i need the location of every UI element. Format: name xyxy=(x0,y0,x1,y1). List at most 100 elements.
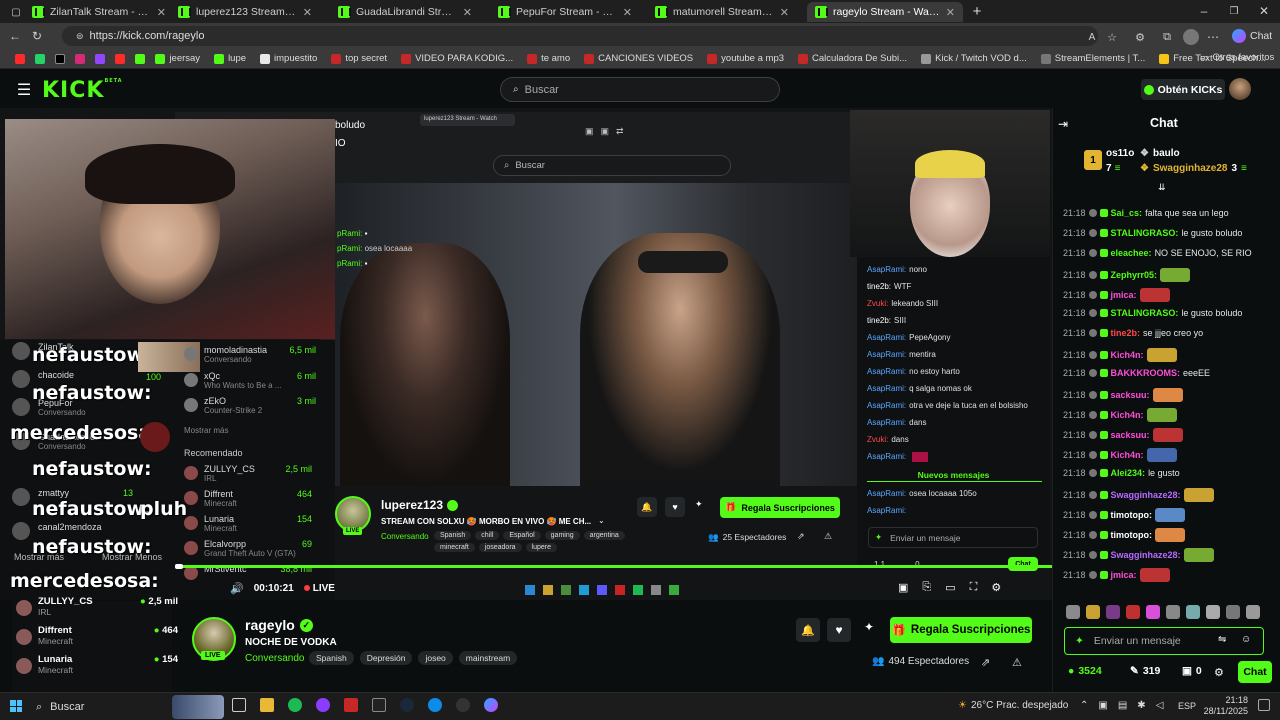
bluetooth-icon[interactable]: ✱ xyxy=(1137,700,1145,711)
extensions-icon[interactable]: ⚙ xyxy=(1133,30,1147,44)
profile-avatar-icon[interactable] xyxy=(1183,29,1199,45)
chat-message-user[interactable]: jmica: xyxy=(1111,570,1137,580)
video-editor-icon[interactable] xyxy=(344,698,358,712)
copilot-chat-button[interactable]: Chat xyxy=(1232,27,1272,45)
chat-message-user[interactable]: Kich4n: xyxy=(1111,410,1144,420)
emote-shortcut-icon[interactable] xyxy=(1226,605,1240,619)
sidebar-channel[interactable]: ZULLYY_CS IRL ● 2,5 mil xyxy=(16,596,178,617)
channel-points[interactable]: ✎ 319 xyxy=(1130,665,1160,677)
chat-input[interactable]: ✦ Enviar un mensaje xyxy=(1064,627,1264,655)
stream-category[interactable]: Conversando xyxy=(245,653,304,664)
site-info-icon[interactable]: ⊜ xyxy=(76,31,84,42)
notification-bell-button[interactable]: 🔔 xyxy=(796,618,820,642)
tab-actions-icon[interactable]: ▢ xyxy=(8,4,24,20)
emote-shortcut-icon[interactable] xyxy=(1126,605,1140,619)
fullscreen-icon[interactable]: ⛶ xyxy=(970,581,978,594)
chat-message-user[interactable]: Kich4n: xyxy=(1111,450,1144,460)
chat-message-user[interactable]: STALINGRASO: xyxy=(1111,228,1179,238)
bookmark-item[interactable]: top secret xyxy=(331,53,387,64)
collapse-chat-icon[interactable]: ⇥ xyxy=(1058,117,1068,131)
progress-bar[interactable] xyxy=(175,565,1055,568)
chat-message-user[interactable]: Alei234: xyxy=(1111,468,1146,478)
close-tab-icon[interactable]: ✕ xyxy=(780,6,789,19)
weather-widget[interactable]: ☀ 26°C Prac. despejado xyxy=(958,700,1068,711)
emote-shortcut-icon[interactable] xyxy=(1066,605,1080,619)
other-bookmarks[interactable]: ▭ Otros favoritos xyxy=(1200,52,1274,63)
chat-message-user[interactable]: Sai_cs: xyxy=(1111,208,1143,218)
clock[interactable]: 21:18 28/11/2025 xyxy=(1200,695,1248,717)
url-input[interactable]: ⊜ https://kick.com/rageylo xyxy=(62,26,1098,46)
menu-icon[interactable]: ☰ xyxy=(16,82,32,99)
spotify-icon[interactable] xyxy=(288,698,302,712)
channel-name[interactable]: rageylo ✓ xyxy=(245,617,313,633)
bookmark-item[interactable]: lupe xyxy=(214,53,246,64)
gifts-count[interactable]: ▣ 0 xyxy=(1182,665,1202,677)
bookmark-item[interactable]: Kick / Twitch VOD d... xyxy=(921,53,1027,64)
emote-shortcut-icon[interactable] xyxy=(1246,605,1260,619)
emote-shortcut-icon[interactable] xyxy=(1146,605,1160,619)
browser-tab[interactable]: rageylo Stream - Watch Live ✕ xyxy=(807,2,963,22)
chat-message-user[interactable]: sacksuu: xyxy=(1111,430,1150,440)
pip-icon[interactable]: ▣ xyxy=(898,581,908,594)
settings-icon[interactable]: ⚙ xyxy=(991,581,1001,594)
emoji-icon[interactable]: ☺ xyxy=(1241,634,1251,645)
chat-message-user[interactable]: timotopo: xyxy=(1111,530,1152,540)
bookmark-item[interactable]: StreamElements | T... xyxy=(1040,53,1145,64)
chat-message-user[interactable]: Swagginhaze28: xyxy=(1111,550,1181,560)
player-live[interactable]: LIVE xyxy=(303,583,335,594)
chat-message-user[interactable]: STALINGRASO: xyxy=(1111,308,1179,318)
close-tab-icon[interactable]: ✕ xyxy=(157,6,166,19)
bookmark-item[interactable]: CANCIONES VIDEOS xyxy=(584,53,693,64)
volume-icon[interactable]: ◁ xyxy=(1156,700,1164,711)
emote-shortcut-icon[interactable] xyxy=(1166,605,1180,619)
file-explorer-icon[interactable] xyxy=(260,698,274,712)
epic-games-icon[interactable] xyxy=(372,698,386,712)
x-icon[interactable] xyxy=(55,53,66,64)
chat-message-user[interactable]: eleachee: xyxy=(1111,248,1152,258)
send-chat-button[interactable]: Chat xyxy=(1238,661,1272,683)
maximize-icon[interactable]: ❐ xyxy=(1226,3,1242,19)
chat-message-user[interactable]: BAKKKROOMS: xyxy=(1111,368,1181,378)
instagram-icon[interactable] xyxy=(75,53,86,64)
chat-message-user[interactable]: tine2b: xyxy=(1111,328,1141,338)
notifications-icon[interactable] xyxy=(1258,699,1270,711)
twitch-icon[interactable] xyxy=(95,53,106,64)
new-tab-icon[interactable]: + xyxy=(968,2,986,20)
minimize-icon[interactable]: – xyxy=(1196,3,1212,19)
expand-leaderboard-icon[interactable]: ⇊ xyxy=(1158,182,1166,193)
chat-message-user[interactable]: Kich4n: xyxy=(1111,350,1144,360)
chat-message-user[interactable]: Zephyrr05: xyxy=(1111,270,1158,280)
search-input[interactable]: ⌕ Buscar xyxy=(500,77,780,102)
kicks-balance[interactable]: ● 3524 xyxy=(1068,665,1102,677)
theater-icon[interactable]: ▭ xyxy=(945,581,955,594)
chat-message-user[interactable]: timotopo: xyxy=(1111,510,1152,520)
edge-icon[interactable] xyxy=(428,698,442,712)
close-window-icon[interactable]: ✕ xyxy=(1256,3,1272,19)
follow-button[interactable]: ♥ xyxy=(827,618,851,642)
bookmark-item[interactable]: te amo xyxy=(527,53,570,64)
windows-start-icon[interactable] xyxy=(10,700,22,712)
reload-icon[interactable]: ↻ xyxy=(30,29,44,43)
chat-settings-icon[interactable]: ⚙ xyxy=(1214,666,1224,679)
report-icon[interactable]: ⚠ xyxy=(1012,656,1022,669)
browser-tab[interactable]: luperez123 Stream - Watch Live ✕ xyxy=(170,2,320,22)
favorite-star-icon[interactable]: ☆ xyxy=(1105,30,1119,44)
bookmark-item[interactable]: VIDEO PARA KODIG... xyxy=(401,53,513,64)
steam-icon[interactable] xyxy=(400,698,414,712)
chat-message-user[interactable]: Swagginhaze28: xyxy=(1111,490,1181,500)
tray-app-icon[interactable]: ▣ xyxy=(1098,700,1107,711)
bookmark-item[interactable]: impuestito xyxy=(260,53,317,64)
browser-tab[interactable]: GuadaLibrandi Stream - Watch Live ✕ xyxy=(330,2,480,22)
emote-shortcut-icon[interactable] xyxy=(1186,605,1200,619)
stream-tag[interactable]: Depresión xyxy=(359,651,413,665)
browser-tab[interactable]: ZilanTalk Stream - Watch Live ✕ xyxy=(24,2,174,22)
youtube-icon-2[interactable] xyxy=(115,53,126,64)
stream-tag[interactable]: mainstream xyxy=(458,651,518,665)
translate-icon[interactable]: ⇋ xyxy=(1218,634,1226,645)
volume-icon[interactable]: 🔊 xyxy=(230,582,244,595)
copilot-taskbar-icon[interactable] xyxy=(484,698,498,712)
browser-tab[interactable]: matumorell Stream - Watch Live ✕ xyxy=(647,2,797,22)
kick-logo[interactable]: KICKBETA xyxy=(42,78,123,103)
stream-tag[interactable]: joseo xyxy=(418,651,453,665)
progress-handle[interactable] xyxy=(175,564,183,569)
